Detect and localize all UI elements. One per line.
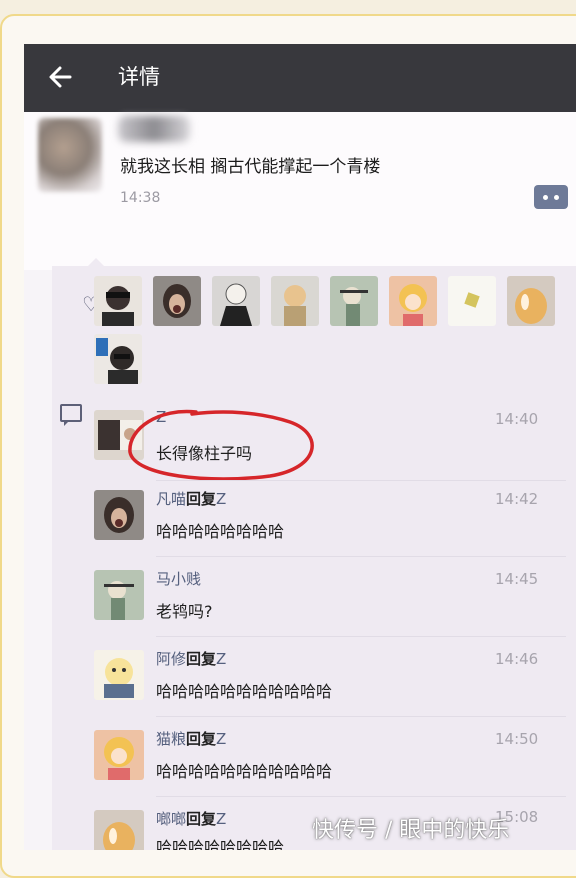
commenter-avatar[interactable] — [94, 490, 144, 540]
comment-time: 14:50 — [495, 730, 539, 748]
liker-avatar[interactable] — [448, 276, 496, 326]
comment-time: 14:46 — [495, 650, 539, 668]
post-timestamp: 14:38 — [120, 190, 161, 206]
liker-avatar[interactable] — [271, 276, 319, 326]
commenter-avatar[interactable] — [94, 570, 144, 620]
comment-time: 14:40 — [495, 410, 539, 428]
comment-text: 哈哈哈哈哈哈哈哈哈哈哈 — [156, 682, 333, 701]
comment-divider — [156, 796, 566, 797]
comment-text: 哈哈哈哈哈哈哈哈 — [156, 522, 285, 541]
liker-avatar[interactable] — [389, 276, 437, 326]
moment-post: 就我这长相 搁古代能撑起一个青楼 14:38 — [24, 112, 576, 270]
back-arrow-icon[interactable] — [46, 62, 76, 92]
liker-avatar[interactable] — [212, 276, 260, 326]
comment-divider — [156, 480, 566, 481]
poster-avatar[interactable] — [38, 118, 102, 192]
comment-text: 老鸨吗? — [156, 602, 213, 621]
top-navigation-bar: 详情 — [24, 44, 576, 112]
commenter-name[interactable]: 凡喵回复Z — [156, 488, 226, 509]
commenter-name[interactable]: 猫粮回复Z — [156, 728, 226, 749]
commenter-avatar[interactable] — [94, 730, 144, 780]
comment-time: 14:45 — [495, 570, 539, 588]
commenter-name[interactable]: 马小贱 — [156, 568, 201, 589]
liker-avatar[interactable] — [330, 276, 378, 326]
commenter-avatar[interactable] — [94, 810, 144, 850]
red-highlight-circle — [128, 409, 314, 481]
post-text: 就我这长相 搁古代能撑起一个青楼 — [120, 157, 381, 177]
comment-divider — [156, 636, 566, 637]
commenter-name[interactable]: 阿修回复Z — [156, 648, 226, 669]
comment-divider — [156, 556, 566, 557]
commenter-avatar[interactable] — [94, 650, 144, 700]
liker-avatar[interactable] — [94, 334, 142, 384]
page-title: 详情 — [118, 65, 160, 89]
likes-panel: ♡ — [52, 258, 576, 386]
commenter-name[interactable]: 啷啷回复Z — [156, 808, 226, 829]
liker-avatar[interactable] — [94, 276, 142, 326]
phone-screen: 详情 就我这长相 搁古代能撑起一个青楼 14:38 ♡ Z 14:40 长得像柱… — [24, 44, 576, 850]
more-actions-icon[interactable] — [534, 185, 568, 209]
comment-text: 哈哈哈哈哈哈哈哈 — [156, 838, 285, 850]
liker-avatar[interactable] — [507, 276, 555, 326]
comment-time: 14:42 — [495, 490, 539, 508]
comment-bubble-icon — [60, 404, 82, 426]
comment-text: 哈哈哈哈哈哈哈哈哈哈哈 — [156, 762, 333, 781]
comment-divider — [156, 716, 566, 717]
watermark-text: 快传号 / 眼中的快乐 — [312, 818, 510, 843]
liker-avatar[interactable] — [153, 276, 201, 326]
poster-name-blurred[interactable] — [118, 116, 190, 142]
